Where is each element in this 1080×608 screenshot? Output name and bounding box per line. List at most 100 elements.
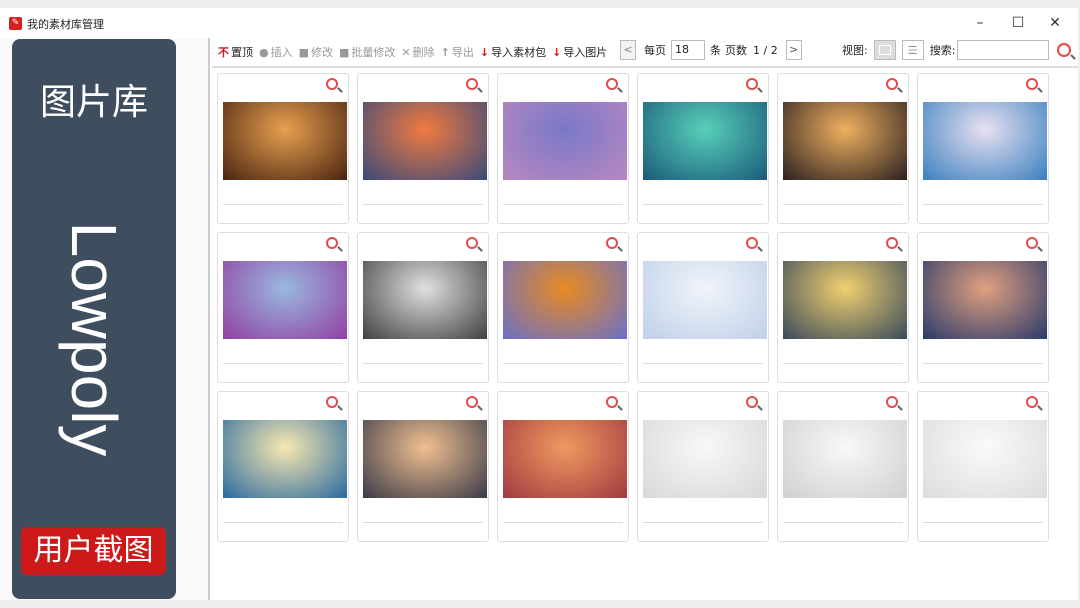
image-card[interactable] — [217, 232, 349, 383]
thumbnail-image[interactable] — [363, 102, 487, 180]
toolbar-batch-edit-button[interactable]: ■ 批量修改 — [339, 44, 395, 60]
toolbar-label: 置顶 — [231, 46, 253, 59]
thumbnail-image[interactable] — [363, 420, 487, 498]
preview-icon[interactable] — [606, 237, 618, 249]
image-card[interactable] — [357, 391, 489, 542]
search-label: 搜索: — [929, 44, 956, 57]
export-icon: ↑ — [440, 45, 450, 59]
divider — [223, 363, 343, 364]
thumbnail-image[interactable] — [923, 420, 1047, 498]
thumbnail-image[interactable] — [923, 261, 1047, 339]
image-card[interactable] — [917, 73, 1049, 224]
thumbnail-image[interactable] — [223, 420, 347, 498]
preview-icon[interactable] — [1026, 78, 1038, 90]
window-title: 我的素材库管理 — [27, 18, 104, 31]
thumbnail-image[interactable] — [923, 102, 1047, 180]
close-button[interactable]: ✕ — [1040, 12, 1070, 34]
image-card[interactable] — [217, 391, 349, 542]
toolbar-import-image-button[interactable]: ↓ 导入图片 — [552, 44, 607, 60]
delete-icon: ✕ — [401, 45, 411, 59]
image-card[interactable] — [357, 73, 489, 224]
preview-icon[interactable] — [326, 396, 338, 408]
divider — [783, 522, 903, 523]
thumbnail-image[interactable] — [643, 102, 767, 180]
preview-icon[interactable] — [606, 396, 618, 408]
preview-icon[interactable] — [606, 78, 618, 90]
divider — [643, 363, 763, 364]
divider — [923, 363, 1043, 364]
preview-icon[interactable] — [1026, 396, 1038, 408]
thumbnail-image[interactable] — [783, 261, 907, 339]
title-bar: ✎ 我的素材库管理 – ☐ ✕ — [0, 8, 1078, 38]
divider — [363, 363, 483, 364]
pagination: < 每页 18 条 页数 1 / 2 > — [620, 40, 802, 60]
toolbar-export-button[interactable]: ↑ 导出 — [441, 44, 474, 60]
divider — [503, 363, 623, 364]
image-card[interactable] — [637, 73, 769, 224]
thumbnail-grid — [217, 73, 1049, 542]
image-card[interactable] — [917, 391, 1049, 542]
grid-view-button[interactable] — [873, 40, 896, 60]
image-card[interactable] — [777, 232, 909, 383]
divider — [503, 204, 623, 205]
preview-icon[interactable] — [886, 78, 898, 90]
thumbnail-image[interactable] — [363, 261, 487, 339]
import-package-icon: ↓ — [479, 45, 490, 59]
divider — [783, 204, 903, 205]
preview-icon[interactable] — [746, 396, 758, 408]
thumbnail-image[interactable] — [503, 102, 627, 180]
per-page-label: 每页 — [644, 44, 666, 57]
preview-icon[interactable] — [466, 237, 478, 249]
batch-edit-icon: ■ — [339, 45, 350, 59]
preview-icon[interactable] — [886, 237, 898, 249]
divider — [923, 204, 1043, 205]
thumbnail-image[interactable] — [783, 420, 907, 498]
image-card[interactable] — [777, 73, 909, 224]
minimize-button[interactable]: – — [965, 12, 995, 34]
per-page-input[interactable]: 18 — [671, 40, 705, 60]
toolbar-insert-button[interactable]: ● 插入 — [259, 44, 293, 60]
image-card[interactable] — [637, 232, 769, 383]
toolbar-edit-button[interactable]: ■ 修改 — [299, 44, 333, 60]
image-card[interactable] — [917, 232, 1049, 383]
list-view-button[interactable]: ☰ — [901, 40, 924, 60]
preview-icon[interactable] — [326, 237, 338, 249]
image-card[interactable] — [357, 232, 489, 383]
preview-icon[interactable] — [886, 396, 898, 408]
toolbar-label: 导入图片 — [563, 46, 608, 59]
overlay-word: Lowpoly — [58, 221, 130, 457]
image-card[interactable] — [497, 391, 629, 542]
preview-icon[interactable] — [326, 78, 338, 90]
next-page-button[interactable]: > — [785, 40, 802, 60]
image-card[interactable] — [497, 73, 629, 224]
thumbnail-image[interactable] — [643, 420, 767, 498]
divider — [223, 204, 343, 205]
thumbnail-image[interactable] — [223, 102, 347, 180]
thumbnail-image[interactable] — [503, 420, 627, 498]
import-image-icon: ↓ — [552, 45, 562, 59]
divider — [923, 522, 1043, 523]
search-input[interactable] — [957, 40, 1050, 60]
preview-icon[interactable] — [466, 396, 478, 408]
thumbnail-image[interactable] — [643, 261, 767, 339]
preview-icon[interactable] — [466, 78, 478, 90]
image-card[interactable] — [777, 391, 909, 542]
thumbnail-image[interactable] — [223, 261, 347, 339]
image-card[interactable] — [637, 391, 769, 542]
maximize-button[interactable]: ☐ — [1003, 12, 1033, 34]
toolbar-import-package-button[interactable]: ↓ 导入素材包 — [480, 44, 546, 60]
list-icon: ☰ — [907, 43, 918, 57]
image-card[interactable] — [497, 232, 629, 383]
prev-page-button[interactable]: < — [620, 40, 636, 60]
preview-icon[interactable] — [746, 78, 758, 90]
toolbar-delete-button[interactable]: ✕ 删除 — [401, 44, 434, 60]
preview-icon[interactable] — [1026, 237, 1038, 249]
thumbnail-image[interactable] — [503, 261, 627, 339]
preview-icon[interactable] — [746, 237, 758, 249]
app-logo-icon: ✎ — [9, 17, 22, 30]
search-icon[interactable] — [1057, 43, 1072, 57]
toolbar-pin-top-button[interactable]: 不置顶 — [218, 44, 253, 60]
overlay-title: 图片库 — [39, 82, 148, 123]
image-card[interactable] — [217, 73, 349, 224]
thumbnail-image[interactable] — [783, 102, 907, 180]
